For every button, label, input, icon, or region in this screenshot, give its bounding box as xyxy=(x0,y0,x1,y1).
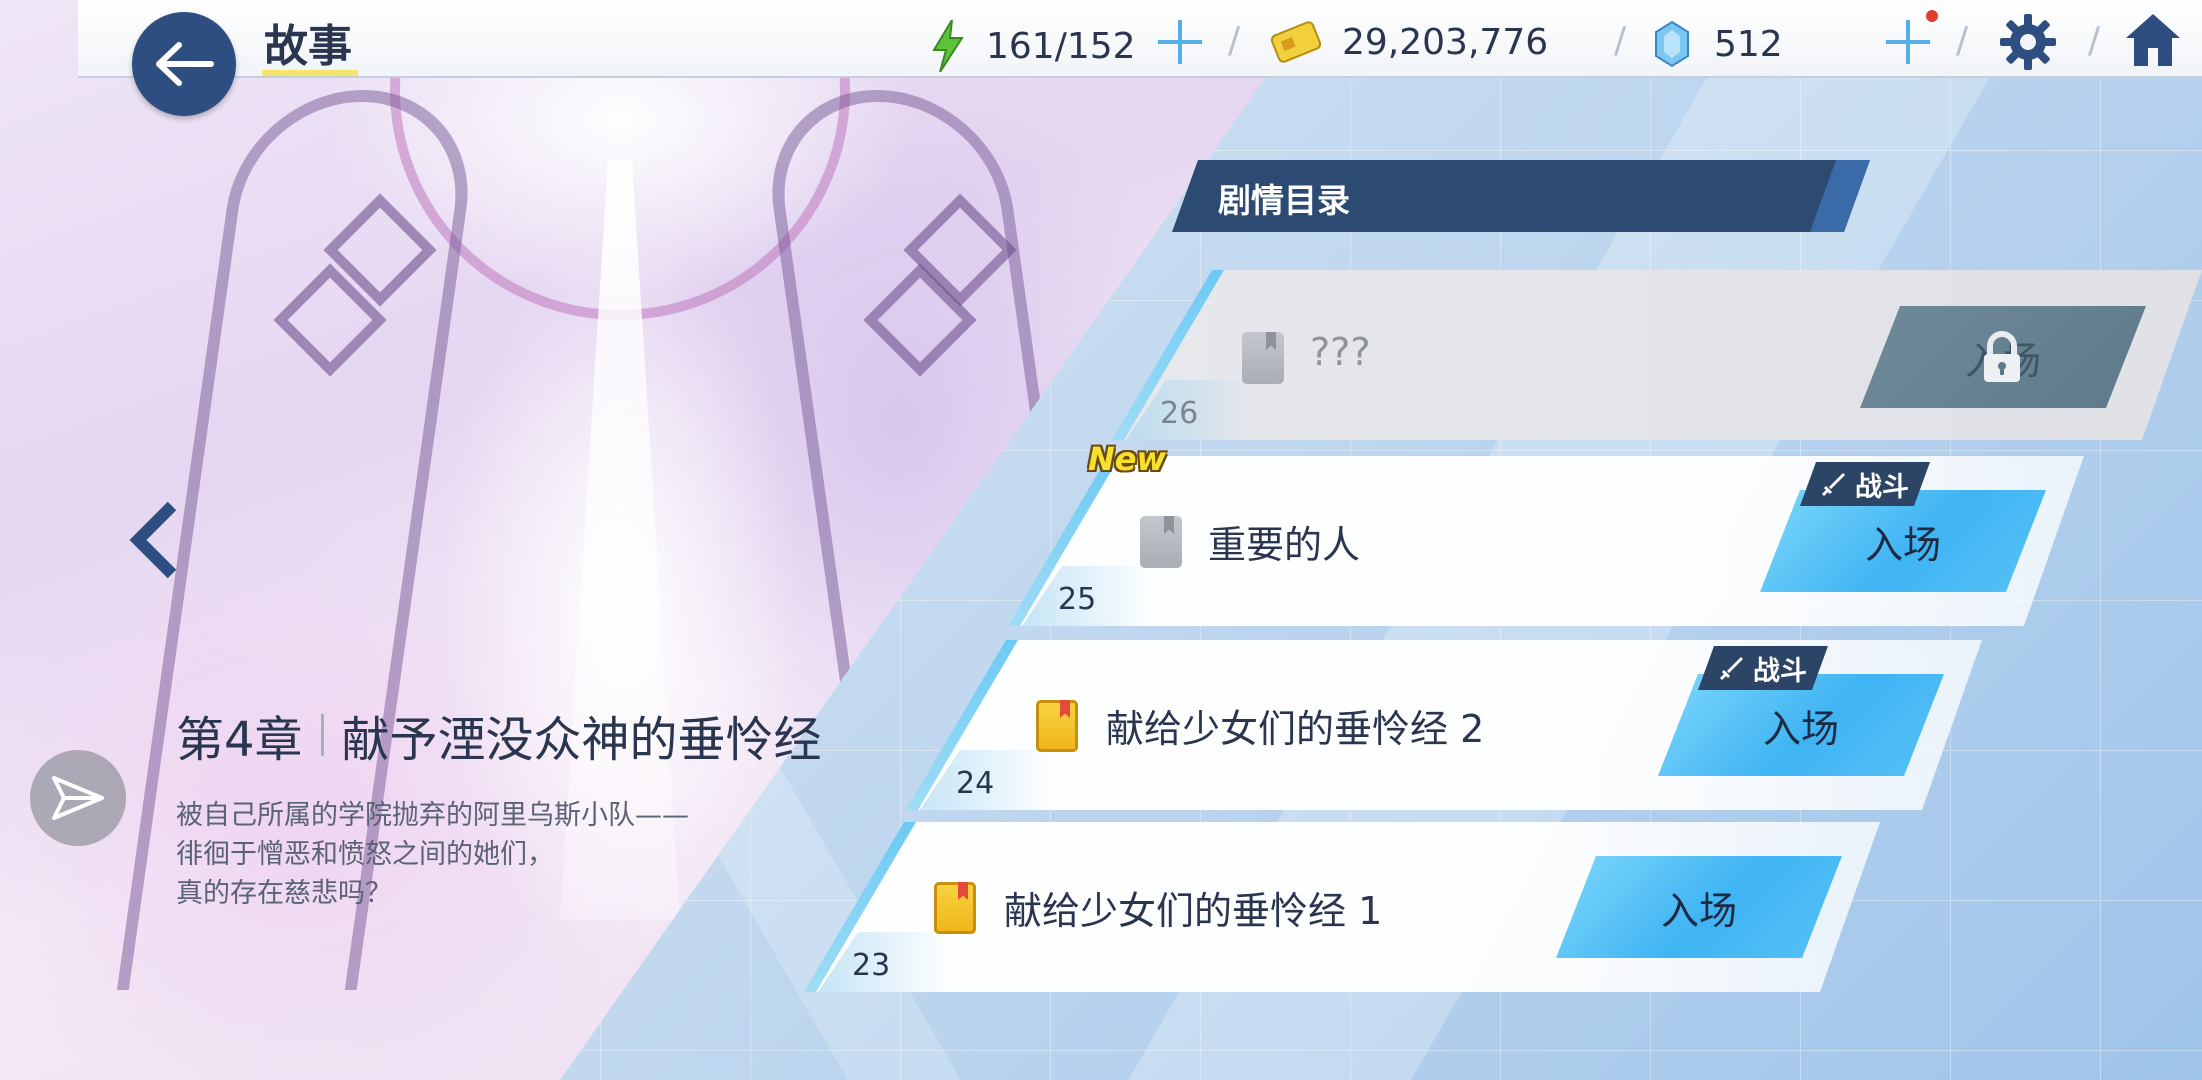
home-icon xyxy=(2126,14,2180,66)
story-list-header: 剧情目录 xyxy=(1172,160,1870,232)
crystal-icon xyxy=(1655,20,1689,68)
home-button[interactable] xyxy=(2122,10,2184,74)
new-badge: New xyxy=(1088,440,1167,478)
sword-icon xyxy=(1719,655,1745,681)
stamina-display: 161/152 xyxy=(930,20,1136,72)
episode-title: ??? xyxy=(1310,330,1371,374)
story-list-header-label: 剧情目录 xyxy=(1218,181,1350,220)
episode-number: 24 xyxy=(956,766,995,801)
episode-number: 23 xyxy=(852,948,891,983)
previous-chapter-button[interactable] xyxy=(128,500,184,584)
chapter-number: 第4章 xyxy=(176,712,303,768)
description-line: 真的存在慈悲吗？ xyxy=(176,878,392,909)
page-title: 故事 xyxy=(264,21,352,72)
lightning-icon xyxy=(932,20,964,72)
notification-dot xyxy=(1926,10,1938,22)
credit-card-icon xyxy=(1270,21,1322,63)
battle-tag: 战斗 xyxy=(1800,462,1930,506)
stamina-value: 161/152 xyxy=(986,25,1136,67)
top-bar xyxy=(78,0,2202,78)
episode-title: 重要的人 xyxy=(1208,523,1361,567)
add-gems-button[interactable] xyxy=(1886,20,1930,64)
book-icon xyxy=(1140,516,1182,568)
book-icon xyxy=(1036,700,1078,752)
enter-button-label: 入场 xyxy=(1762,706,1839,751)
chapter-name: 献予湮没众神的垂怜经 xyxy=(341,712,822,768)
gear-icon xyxy=(2000,14,2056,70)
credits-value: 29,203,776 xyxy=(1342,21,1549,63)
divider: / xyxy=(2088,20,2101,61)
chapter-title: 第4章 献予湮没众神的垂怜经 xyxy=(176,700,822,770)
book-icon xyxy=(1242,332,1284,384)
book-icon xyxy=(934,882,976,934)
credits-display: 29,203,776 xyxy=(1270,20,1548,64)
battle-tag-label: 战斗 xyxy=(1753,655,1807,687)
share-button[interactable] xyxy=(30,750,126,846)
sword-icon xyxy=(1821,471,1847,497)
divider: / xyxy=(1228,20,1241,61)
send-icon xyxy=(52,776,104,820)
episode-number: 26 xyxy=(1160,396,1199,431)
chapter-description: 被自己所属的学院抛弃的阿里乌斯小队—— 徘徊于憎恶和愤怒之间的她们， 真的存在慈… xyxy=(176,796,689,913)
divider: / xyxy=(1614,20,1627,61)
gems-value: 512 xyxy=(1714,23,1783,65)
description-line: 被自己所属的学院抛弃的阿里乌斯小队—— xyxy=(176,800,689,831)
episode-title: 献给少女们的垂怜经 1 xyxy=(1004,889,1383,933)
gems-display: 512 xyxy=(1652,20,1783,68)
enter-button-label: 入场 xyxy=(1660,888,1737,933)
battle-tag-label: 战斗 xyxy=(1855,471,1909,503)
chevron-left-icon xyxy=(129,501,177,579)
divider: / xyxy=(1956,20,1969,61)
settings-button[interactable] xyxy=(1998,12,2058,76)
lock-icon xyxy=(1984,331,2020,382)
add-stamina-button[interactable] xyxy=(1158,20,1202,64)
chapter-title-separator xyxy=(320,714,324,756)
episode-number: 25 xyxy=(1058,582,1097,617)
enter-button[interactable]: 入场 xyxy=(1556,856,1842,958)
battle-tag: 战斗 xyxy=(1698,646,1828,690)
episode-title: 献给少女们的垂怜经 2 xyxy=(1106,707,1485,751)
back-button[interactable] xyxy=(132,12,236,116)
description-line: 徘徊于憎恶和愤怒之间的她们， xyxy=(176,839,554,870)
arrow-left-icon xyxy=(156,42,214,86)
title-underline xyxy=(262,70,358,76)
enter-button-label: 入场 xyxy=(1864,522,1941,567)
